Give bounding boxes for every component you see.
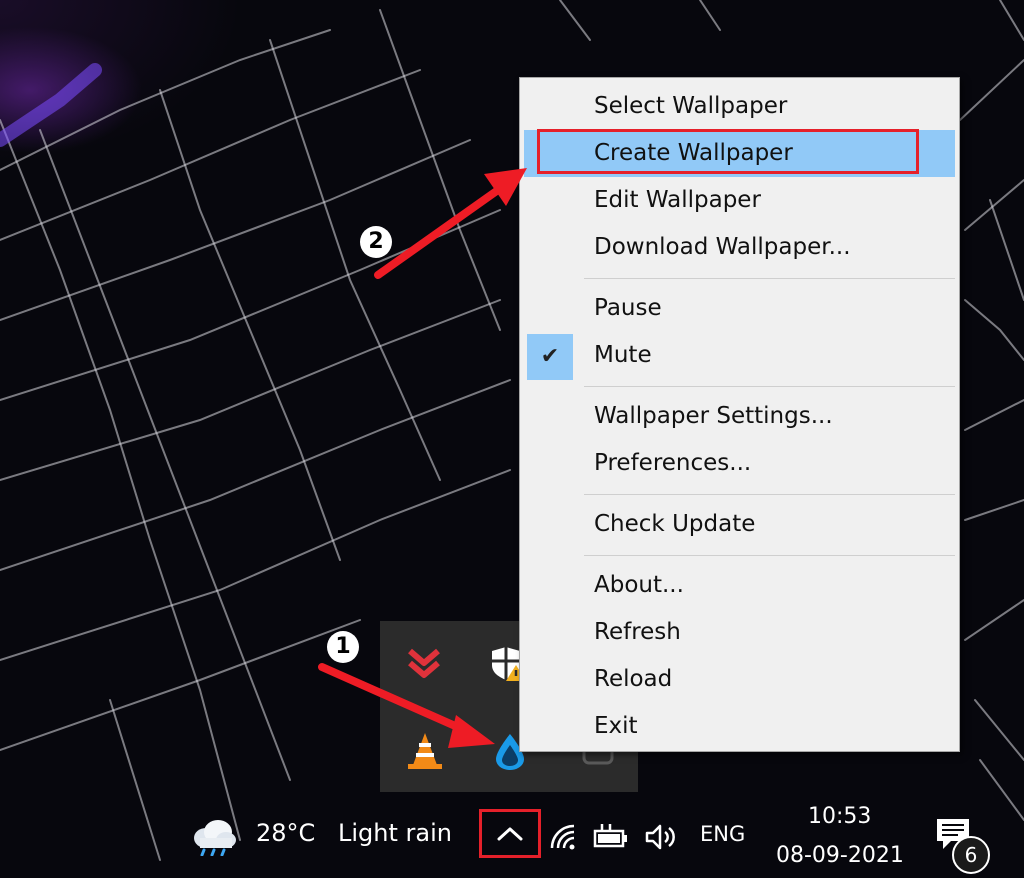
temperature-text[interactable]: 28°C xyxy=(256,819,315,847)
weather-condition-text[interactable]: Light rain xyxy=(338,819,452,847)
step-1-marker: 1 xyxy=(327,631,359,663)
speaker-icon[interactable] xyxy=(644,822,678,852)
menu-item-wallpaper-settings[interactable]: Wallpaper Settings... xyxy=(524,393,955,440)
step-2-marker: 2 xyxy=(360,226,392,258)
create-wallpaper-highlight-box xyxy=(537,129,919,174)
menu-item-reload[interactable]: Reload xyxy=(524,656,955,703)
menu-separator xyxy=(584,555,955,556)
wifi-icon[interactable] xyxy=(548,822,578,852)
lively-tray-context-menu: Select Wallpaper Create Wallpaper Edit W… xyxy=(519,77,960,752)
menu-separator xyxy=(584,386,955,387)
chevron-highlight-box xyxy=(479,809,541,858)
menu-item-download-wallpaper[interactable]: Download Wallpaper... xyxy=(524,224,955,271)
clock-time[interactable]: 10:53 xyxy=(808,804,871,829)
menu-item-preferences[interactable]: Preferences... xyxy=(524,440,955,487)
menu-item-pause[interactable]: Pause xyxy=(524,285,955,332)
menu-separator xyxy=(584,494,955,495)
notification-count-badge: 6 xyxy=(952,836,990,874)
vlc-icon[interactable] xyxy=(405,731,445,771)
menu-item-edit-wallpaper[interactable]: Edit Wallpaper xyxy=(524,177,955,224)
menu-item-mute-label: Mute xyxy=(594,342,652,368)
menu-item-mute[interactable]: ✔ Mute xyxy=(524,332,955,380)
cloud-rain-icon[interactable] xyxy=(190,816,238,856)
menu-item-about[interactable]: About... xyxy=(524,562,955,609)
clock-date[interactable]: 08-09-2021 xyxy=(776,843,904,868)
menu-item-select-wallpaper[interactable]: Select Wallpaper xyxy=(524,83,955,130)
menu-item-exit[interactable]: Exit xyxy=(524,703,955,750)
menu-item-refresh[interactable]: Refresh xyxy=(524,609,955,656)
menu-item-check-update[interactable]: Check Update xyxy=(524,501,955,548)
checkmark-icon: ✔ xyxy=(527,334,573,380)
battery-icon[interactable] xyxy=(592,822,630,852)
input-language-indicator[interactable]: ENG xyxy=(700,822,745,846)
download-manager-icon[interactable] xyxy=(404,645,444,685)
menu-separator xyxy=(584,278,955,279)
